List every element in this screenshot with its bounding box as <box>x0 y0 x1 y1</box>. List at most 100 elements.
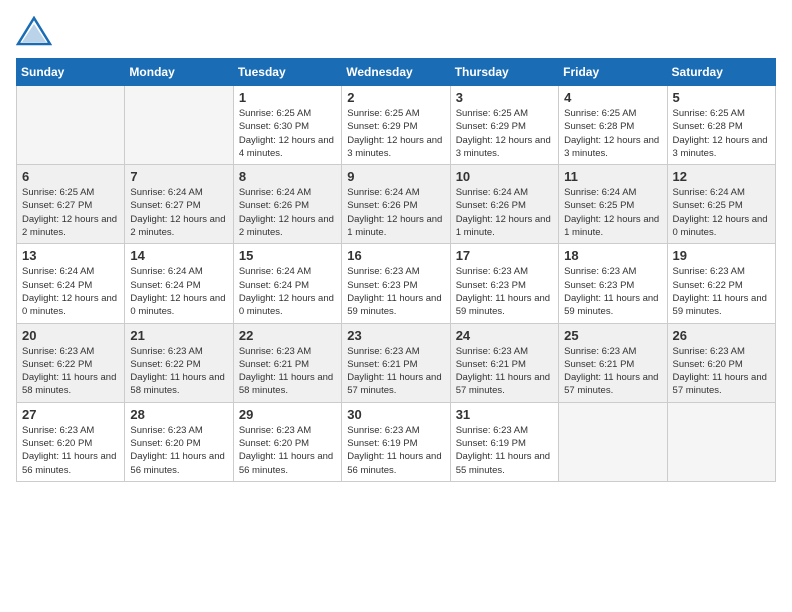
day-info: Sunrise: 6:23 AM Sunset: 6:23 PM Dayligh… <box>564 265 661 318</box>
header-saturday: Saturday <box>667 59 775 86</box>
day-number: 15 <box>239 248 336 263</box>
header-monday: Monday <box>125 59 233 86</box>
day-info: Sunrise: 6:24 AM Sunset: 6:24 PM Dayligh… <box>130 265 227 318</box>
page-header <box>16 16 776 46</box>
day-info: Sunrise: 6:23 AM Sunset: 6:19 PM Dayligh… <box>456 424 553 477</box>
calendar-cell: 18 Sunrise: 6:23 AM Sunset: 6:23 PM Dayli… <box>559 244 667 323</box>
day-info: Sunrise: 6:23 AM Sunset: 6:21 PM Dayligh… <box>564 345 661 398</box>
calendar-cell: 27 Sunrise: 6:23 AM Sunset: 6:20 PM Dayli… <box>17 402 125 481</box>
day-info: Sunrise: 6:23 AM Sunset: 6:21 PM Dayligh… <box>347 345 444 398</box>
day-number: 12 <box>673 169 770 184</box>
day-info: Sunrise: 6:25 AM Sunset: 6:28 PM Dayligh… <box>673 107 770 160</box>
calendar-cell: 25 Sunrise: 6:23 AM Sunset: 6:21 PM Dayli… <box>559 323 667 402</box>
calendar-cell: 9 Sunrise: 6:24 AM Sunset: 6:26 PM Daylig… <box>342 165 450 244</box>
calendar-cell: 20 Sunrise: 6:23 AM Sunset: 6:22 PM Dayli… <box>17 323 125 402</box>
day-number: 16 <box>347 248 444 263</box>
day-info: Sunrise: 6:25 AM Sunset: 6:28 PM Dayligh… <box>564 107 661 160</box>
day-info: Sunrise: 6:23 AM Sunset: 6:20 PM Dayligh… <box>673 345 770 398</box>
day-info: Sunrise: 6:25 AM Sunset: 6:27 PM Dayligh… <box>22 186 119 239</box>
calendar-week-row: 13 Sunrise: 6:24 AM Sunset: 6:24 PM Dayli… <box>17 244 776 323</box>
day-info: Sunrise: 6:24 AM Sunset: 6:27 PM Dayligh… <box>130 186 227 239</box>
calendar-cell: 22 Sunrise: 6:23 AM Sunset: 6:21 PM Dayli… <box>233 323 341 402</box>
day-info: Sunrise: 6:25 AM Sunset: 6:29 PM Dayligh… <box>347 107 444 160</box>
calendar-week-row: 20 Sunrise: 6:23 AM Sunset: 6:22 PM Dayli… <box>17 323 776 402</box>
calendar-cell: 31 Sunrise: 6:23 AM Sunset: 6:19 PM Dayli… <box>450 402 558 481</box>
day-number: 22 <box>239 328 336 343</box>
calendar-cell: 1Sunrise: 6:25 AM Sunset: 6:30 PM Daylig… <box>233 86 341 165</box>
calendar-cell: 8 Sunrise: 6:24 AM Sunset: 6:26 PM Daylig… <box>233 165 341 244</box>
header-wednesday: Wednesday <box>342 59 450 86</box>
calendar-cell: 2 Sunrise: 6:25 AM Sunset: 6:29 PM Daylig… <box>342 86 450 165</box>
day-info: Sunrise: 6:23 AM Sunset: 6:22 PM Dayligh… <box>22 345 119 398</box>
day-info: Sunrise: 6:23 AM Sunset: 6:21 PM Dayligh… <box>456 345 553 398</box>
header-friday: Friday <box>559 59 667 86</box>
day-number: 18 <box>564 248 661 263</box>
day-info: Sunrise: 6:24 AM Sunset: 6:24 PM Dayligh… <box>22 265 119 318</box>
calendar-cell: 5 Sunrise: 6:25 AM Sunset: 6:28 PM Daylig… <box>667 86 775 165</box>
day-info: Sunrise: 6:24 AM Sunset: 6:25 PM Dayligh… <box>564 186 661 239</box>
day-number: 30 <box>347 407 444 422</box>
day-info: Sunrise: 6:24 AM Sunset: 6:26 PM Dayligh… <box>456 186 553 239</box>
day-number: 25 <box>564 328 661 343</box>
calendar-cell: 30 Sunrise: 6:23 AM Sunset: 6:19 PM Dayli… <box>342 402 450 481</box>
day-number: 13 <box>22 248 119 263</box>
day-info: Sunrise: 6:23 AM Sunset: 6:23 PM Dayligh… <box>347 265 444 318</box>
day-info: Sunrise: 6:24 AM Sunset: 6:24 PM Dayligh… <box>239 265 336 318</box>
day-number: 8 <box>239 169 336 184</box>
calendar-cell: 28 Sunrise: 6:23 AM Sunset: 6:20 PM Dayli… <box>125 402 233 481</box>
calendar-cell <box>559 402 667 481</box>
day-info: Sunrise: 6:24 AM Sunset: 6:26 PM Dayligh… <box>239 186 336 239</box>
day-info: Sunrise: 6:23 AM Sunset: 6:20 PM Dayligh… <box>130 424 227 477</box>
calendar-cell: 7 Sunrise: 6:24 AM Sunset: 6:27 PM Daylig… <box>125 165 233 244</box>
calendar-cell: 4Sunrise: 6:25 AM Sunset: 6:28 PM Daylig… <box>559 86 667 165</box>
calendar-cell: 15 Sunrise: 6:24 AM Sunset: 6:24 PM Dayli… <box>233 244 341 323</box>
day-number: 9 <box>347 169 444 184</box>
day-info: Sunrise: 6:24 AM Sunset: 6:25 PM Dayligh… <box>673 186 770 239</box>
calendar-cell: 21 Sunrise: 6:23 AM Sunset: 6:22 PM Dayli… <box>125 323 233 402</box>
day-number: 17 <box>456 248 553 263</box>
day-number: 29 <box>239 407 336 422</box>
day-number: 20 <box>22 328 119 343</box>
calendar-cell: 17Sunrise: 6:23 AM Sunset: 6:23 PM Dayli… <box>450 244 558 323</box>
calendar-cell: 6Sunrise: 6:25 AM Sunset: 6:27 PM Daylig… <box>17 165 125 244</box>
calendar-table: SundayMondayTuesdayWednesdayThursdayFrid… <box>16 58 776 482</box>
day-number: 2 <box>347 90 444 105</box>
logo-icon <box>16 16 52 46</box>
day-info: Sunrise: 6:23 AM Sunset: 6:20 PM Dayligh… <box>239 424 336 477</box>
day-info: Sunrise: 6:25 AM Sunset: 6:29 PM Dayligh… <box>456 107 553 160</box>
day-info: Sunrise: 6:24 AM Sunset: 6:26 PM Dayligh… <box>347 186 444 239</box>
calendar-cell: 29 Sunrise: 6:23 AM Sunset: 6:20 PM Dayli… <box>233 402 341 481</box>
day-number: 1 <box>239 90 336 105</box>
header-tuesday: Tuesday <box>233 59 341 86</box>
day-info: Sunrise: 6:23 AM Sunset: 6:21 PM Dayligh… <box>239 345 336 398</box>
calendar-cell <box>667 402 775 481</box>
day-info: Sunrise: 6:23 AM Sunset: 6:22 PM Dayligh… <box>130 345 227 398</box>
day-number: 7 <box>130 169 227 184</box>
day-number: 31 <box>456 407 553 422</box>
day-number: 14 <box>130 248 227 263</box>
calendar-cell: 14 Sunrise: 6:24 AM Sunset: 6:24 PM Dayli… <box>125 244 233 323</box>
calendar-cell: 26Sunrise: 6:23 AM Sunset: 6:20 PM Dayli… <box>667 323 775 402</box>
day-number: 27 <box>22 407 119 422</box>
calendar-header-row: SundayMondayTuesdayWednesdayThursdayFrid… <box>17 59 776 86</box>
header-thursday: Thursday <box>450 59 558 86</box>
day-number: 10 <box>456 169 553 184</box>
day-number: 11 <box>564 169 661 184</box>
day-number: 23 <box>347 328 444 343</box>
day-number: 19 <box>673 248 770 263</box>
day-number: 28 <box>130 407 227 422</box>
day-number: 21 <box>130 328 227 343</box>
day-info: Sunrise: 6:23 AM Sunset: 6:19 PM Dayligh… <box>347 424 444 477</box>
calendar-cell: 3 Sunrise: 6:25 AM Sunset: 6:29 PM Daylig… <box>450 86 558 165</box>
calendar-cell: 10 Sunrise: 6:24 AM Sunset: 6:26 PM Dayli… <box>450 165 558 244</box>
day-number: 5 <box>673 90 770 105</box>
calendar-cell: 16 Sunrise: 6:23 AM Sunset: 6:23 PM Dayli… <box>342 244 450 323</box>
day-number: 3 <box>456 90 553 105</box>
day-info: Sunrise: 6:23 AM Sunset: 6:20 PM Dayligh… <box>22 424 119 477</box>
calendar-week-row: 1Sunrise: 6:25 AM Sunset: 6:30 PM Daylig… <box>17 86 776 165</box>
logo <box>16 16 56 46</box>
day-number: 24 <box>456 328 553 343</box>
calendar-week-row: 6Sunrise: 6:25 AM Sunset: 6:27 PM Daylig… <box>17 165 776 244</box>
header-sunday: Sunday <box>17 59 125 86</box>
calendar-cell: 13 Sunrise: 6:24 AM Sunset: 6:24 PM Dayli… <box>17 244 125 323</box>
